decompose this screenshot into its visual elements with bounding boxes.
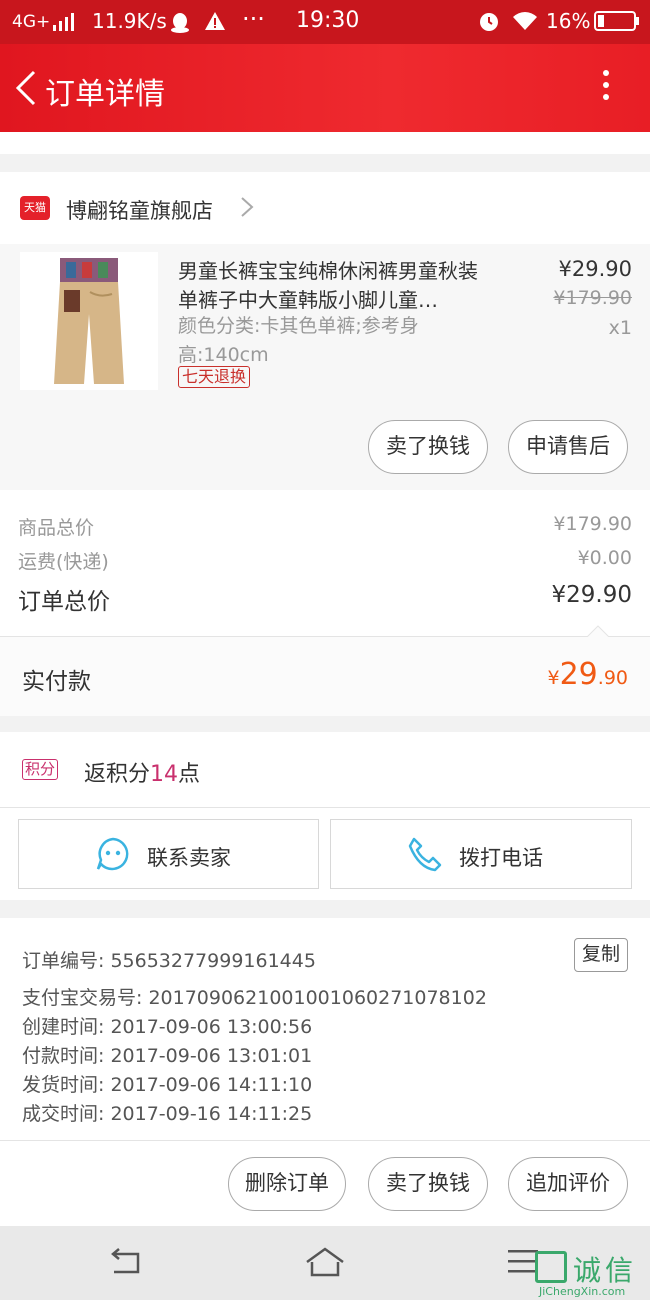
return-policy-tag: 七天退换	[178, 366, 251, 388]
points-value: 14	[150, 762, 179, 787]
points-text: 返积分14点	[84, 756, 200, 788]
order-total-label: 订单总价	[18, 589, 110, 615]
status-bar: 4G+ 11.9K/s ··· 19:30 16%	[0, 0, 650, 44]
network-speed: 11.9K/s	[92, 9, 167, 33]
product-card[interactable]: 男童长裤宝宝纯棉休闲裤男童秋装单裤子中大童韩版小脚儿童… 颜色分类:卡其色单裤;…	[0, 244, 650, 490]
amount-paid-label: 实付款	[22, 669, 91, 695]
more-notifications: ···	[242, 5, 265, 33]
amount-paid-value: ¥29.90	[548, 657, 629, 692]
price-summary: 商品总价 ¥179.90 运费(快递) ¥0.00 订单总价 ¥29.90	[0, 490, 650, 636]
after-sales-button[interactable]: 申请售后	[508, 420, 628, 474]
chevron-right-icon	[236, 196, 258, 218]
alipay-trade-number: 支付宝交易号: 2017090621001001060271078102	[22, 987, 487, 1009]
goods-total-value: ¥179.90	[553, 513, 632, 535]
top-nav-bar: 订单详情	[0, 44, 650, 132]
order-actions: 删除订单 卖了换钱 追加评价	[0, 1140, 650, 1226]
copy-button[interactable]: 复制	[574, 938, 628, 972]
order-info: 订单编号: 55653277999161445 复制 支付宝交易号: 20170…	[0, 918, 650, 1140]
product-title: 男童长裤宝宝纯棉休闲裤男童秋装单裤子中大童韩版小脚儿童…	[178, 259, 478, 312]
product-spec: 颜色分类:卡其色单裤;参考身高:140cm	[178, 315, 419, 366]
clock-time: 19:30	[296, 8, 360, 33]
points-prefix: 返积分	[84, 762, 151, 787]
phone-icon	[408, 837, 442, 872]
shipped-time: 发货时间: 2017-09-06 14:11:10	[22, 1074, 313, 1096]
back-nav-icon[interactable]	[108, 1248, 142, 1278]
goods-total-row: 商品总价 ¥179.90	[18, 513, 632, 540]
add-review-button[interactable]: 追加评价	[508, 1157, 628, 1211]
product-quantity: x1	[608, 317, 632, 339]
delete-order-button[interactable]: 删除订单	[228, 1157, 346, 1211]
store-name: 博翩铭童旗舰店	[66, 199, 213, 223]
amount-paid-row: 实付款 ¥29.90	[0, 625, 650, 716]
contact-seller-button[interactable]: 联系卖家	[18, 819, 319, 889]
alarm-icon	[478, 10, 500, 37]
chat-bubble-icon	[96, 837, 129, 871]
tmall-icon: 天猫	[20, 196, 50, 220]
network-type: 4G+	[12, 12, 51, 32]
more-menu-icon[interactable]	[596, 70, 616, 110]
call-phone-button[interactable]: 拨打电话	[330, 819, 632, 889]
order-total-value: ¥29.90	[551, 582, 632, 608]
product-image[interactable]	[20, 252, 158, 390]
amount-integer: 29	[559, 657, 598, 692]
page-title: 订单详情	[45, 77, 165, 112]
pointer-caret-icon	[586, 625, 610, 638]
home-nav-icon[interactable]	[304, 1246, 346, 1278]
signal-icon	[52, 12, 76, 36]
watermark-icon	[535, 1251, 567, 1283]
amount-decimal: .90	[597, 667, 628, 689]
order-total-row: 订单总价 ¥29.90	[18, 582, 632, 616]
contact-seller-label: 联系卖家	[147, 846, 231, 870]
resell-bottom-button[interactable]: 卖了换钱	[368, 1157, 488, 1211]
paid-time: 付款时间: 2017-09-06 13:01:01	[22, 1045, 313, 1067]
wifi-icon	[512, 11, 538, 36]
product-price: ¥29.90	[558, 257, 632, 281]
points-row: 积分 返积分14点	[0, 732, 650, 808]
contact-row: 联系卖家 拨打电话	[0, 808, 650, 900]
battery-icon	[594, 11, 640, 36]
original-price: ¥179.90	[553, 287, 632, 309]
points-suffix: 点	[178, 762, 201, 787]
watermark-text: 诚信	[573, 1254, 638, 1287]
qq-icon	[170, 11, 190, 38]
shipping-row: 运费(快递) ¥0.00	[18, 547, 632, 574]
shipping-value: ¥0.00	[577, 547, 632, 569]
order-number: 订单编号: 55653277999161445	[22, 950, 316, 972]
completed-time: 成交时间: 2017-09-16 14:11:25	[22, 1103, 313, 1125]
amount-currency: ¥	[547, 667, 560, 689]
warning-icon	[204, 11, 226, 36]
call-phone-label: 拨打电话	[459, 846, 543, 870]
back-arrow-icon[interactable]	[10, 66, 44, 110]
created-time: 创建时间: 2017-09-06 13:00:56	[22, 1016, 313, 1038]
watermark-logo: 诚信 JiChengXin.com	[533, 1247, 645, 1299]
watermark-url: JiChengXin.com	[539, 1285, 626, 1298]
points-badge: 积分	[22, 759, 59, 780]
shipping-label: 运费(快递)	[18, 551, 109, 573]
battery-percent: 16%	[546, 9, 591, 33]
spacer	[0, 132, 650, 154]
resell-button[interactable]: 卖了换钱	[368, 420, 488, 474]
store-row[interactable]: 天猫 博翩铭童旗舰店	[0, 172, 650, 244]
goods-total-label: 商品总价	[18, 517, 95, 539]
